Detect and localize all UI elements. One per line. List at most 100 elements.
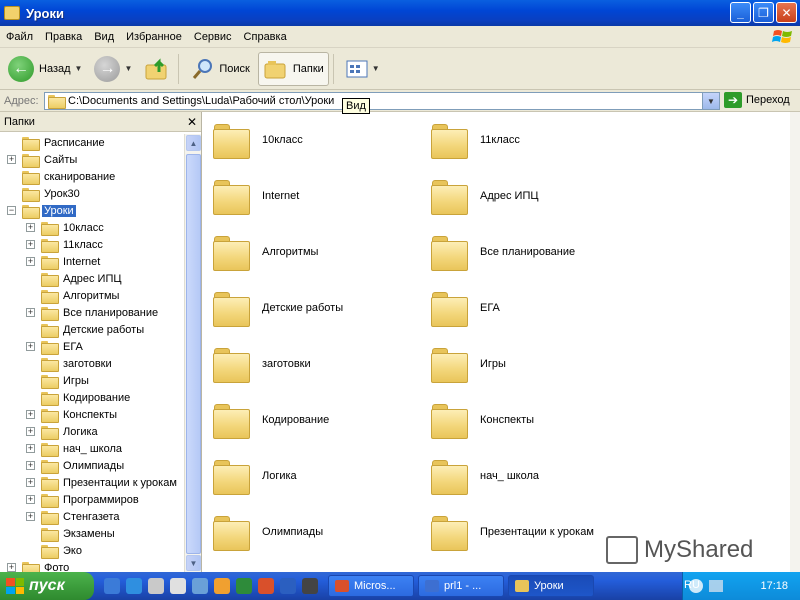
language-indicator[interactable]: RU xyxy=(684,579,700,591)
folder-item[interactable]: Адрес ИПЦ xyxy=(431,178,539,215)
scroll-down-button[interactable]: ▼ xyxy=(186,555,201,571)
folder-item[interactable]: Детские работы xyxy=(213,290,343,327)
scrollbar-thumb[interactable] xyxy=(186,154,201,554)
tree-item[interactable]: Алгоритмы xyxy=(0,287,184,304)
tree-item[interactable]: + Фото xyxy=(0,559,184,572)
ie-icon[interactable] xyxy=(126,578,142,594)
expand-icon[interactable]: + xyxy=(26,308,35,317)
menu-file[interactable]: Файл xyxy=(0,31,39,43)
expand-icon[interactable]: + xyxy=(26,240,35,249)
folder-item[interactable]: Все планирование xyxy=(431,234,575,271)
folder-item[interactable]: заготовки xyxy=(213,346,311,383)
powerpoint-icon[interactable] xyxy=(258,578,274,594)
up-button[interactable] xyxy=(140,52,174,86)
tree-scrollbar[interactable]: ▲ ▼ xyxy=(184,134,201,572)
expand-icon[interactable]: + xyxy=(26,495,35,504)
tree-item[interactable]: + Логика xyxy=(0,423,184,440)
tree-item[interactable]: + Олимпиады xyxy=(0,457,184,474)
go-button[interactable]: ➔ Переход xyxy=(724,92,790,108)
desktop-icon[interactable] xyxy=(104,578,120,594)
tree-item[interactable]: + Internet xyxy=(0,253,184,270)
search-button[interactable]: Поиск xyxy=(187,52,253,86)
tree-item[interactable]: сканирование xyxy=(0,168,184,185)
chevron-down-icon[interactable]: ▼ xyxy=(75,64,83,73)
tree-item[interactable]: Кодирование xyxy=(0,389,184,406)
network-icon[interactable] xyxy=(709,580,723,592)
expand-icon[interactable]: + xyxy=(7,563,16,572)
tree-item[interactable]: + Презентации к урокам xyxy=(0,474,184,491)
menu-edit[interactable]: Правка xyxy=(39,31,88,43)
tree-item[interactable]: + Сайты xyxy=(0,151,184,168)
folder-item[interactable]: Кодирование xyxy=(213,402,329,439)
close-button[interactable]: ✕ xyxy=(776,2,797,23)
excel-icon[interactable] xyxy=(236,578,252,594)
folder-item[interactable]: Internet xyxy=(213,178,299,215)
tree-item[interactable]: +10класс xyxy=(0,219,184,236)
menu-tools[interactable]: Сервис xyxy=(188,31,238,43)
tree-item[interactable]: − Уроки xyxy=(0,202,184,219)
expand-icon[interactable]: + xyxy=(26,512,35,521)
collapse-icon[interactable]: − xyxy=(7,206,16,215)
expand-icon[interactable]: + xyxy=(26,410,35,419)
forward-button[interactable]: → ▼ xyxy=(90,52,136,86)
folder-item[interactable]: Олимпиады xyxy=(213,514,323,551)
tree-item[interactable]: Экзамены xyxy=(0,525,184,542)
word-icon[interactable] xyxy=(280,578,296,594)
folder-item[interactable]: 11класс xyxy=(431,122,520,159)
scroll-up-button[interactable]: ▲ xyxy=(186,135,201,151)
tree-item[interactable]: + Все планирование xyxy=(0,304,184,321)
chevron-down-icon[interactable]: ▼ xyxy=(372,64,380,73)
menu-help[interactable]: Справка xyxy=(238,31,293,43)
menu-view[interactable]: Вид xyxy=(88,31,120,43)
minimize-button[interactable]: _ xyxy=(730,2,751,23)
tree-item[interactable]: Детские работы xyxy=(0,321,184,338)
expand-icon[interactable]: + xyxy=(26,427,35,436)
tree-item[interactable]: + Стенгазета xyxy=(0,508,184,525)
taskbar-button[interactable]: Micros... xyxy=(328,575,414,597)
program-icon[interactable] xyxy=(214,578,230,594)
expand-icon[interactable]: + xyxy=(26,257,35,266)
tree-item[interactable]: Адрес ИПЦ xyxy=(0,270,184,287)
tree-item[interactable]: Эко xyxy=(0,542,184,559)
back-button[interactable]: ← Назад ▼ xyxy=(4,52,86,86)
folder-item[interactable]: Логика xyxy=(213,458,297,495)
tree-item[interactable]: Урок30 xyxy=(0,185,184,202)
expand-icon[interactable]: + xyxy=(26,478,35,487)
expand-icon[interactable]: + xyxy=(26,342,35,351)
folder-item[interactable]: Презентации к урокам xyxy=(431,514,594,551)
start-button[interactable]: пуск xyxy=(0,572,94,600)
folders-button[interactable]: Папки xyxy=(257,51,329,86)
menu-favorites[interactable]: Избранное xyxy=(120,31,188,43)
taskbar-button[interactable]: Уроки xyxy=(508,575,594,597)
tree-item[interactable]: + нач_ школа xyxy=(0,440,184,457)
folder-item[interactable]: Конспекты xyxy=(431,402,534,439)
tree-item[interactable]: + Программиров xyxy=(0,491,184,508)
chevron-down-icon[interactable]: ▼ xyxy=(124,64,132,73)
folder-item[interactable]: Алгоритмы xyxy=(213,234,318,271)
address-field[interactable]: C:\Documents and Settings\Luda\Рабочий с… xyxy=(44,92,720,110)
content-scrollbar[interactable] xyxy=(790,112,800,572)
tree-item[interactable]: + Конспекты xyxy=(0,406,184,423)
tree-item[interactable]: Игры xyxy=(0,372,184,389)
folder-item[interactable]: 10класс xyxy=(213,122,303,159)
folder-item[interactable]: Игры xyxy=(431,346,506,383)
document-icon[interactable] xyxy=(170,578,186,594)
media-icon[interactable] xyxy=(148,578,164,594)
clock[interactable]: 17:18 xyxy=(760,580,788,592)
tree-item[interactable]: +11класс xyxy=(0,236,184,253)
maximize-button[interactable]: ❐ xyxy=(753,2,774,23)
folder-item[interactable]: нач_ школа xyxy=(431,458,539,495)
expand-icon[interactable]: + xyxy=(26,444,35,453)
app-icon[interactable] xyxy=(302,578,318,594)
views-button[interactable]: ▼ xyxy=(342,52,384,86)
expand-icon[interactable]: + xyxy=(26,461,35,470)
close-pane-button[interactable]: ✕ xyxy=(187,115,197,129)
tree-item[interactable]: заготовки xyxy=(0,355,184,372)
tree-item[interactable]: + ЕГА xyxy=(0,338,184,355)
expand-icon[interactable]: + xyxy=(7,155,16,164)
messenger-icon[interactable] xyxy=(192,578,208,594)
expand-icon[interactable]: + xyxy=(26,223,35,232)
folder-item[interactable]: ЕГА xyxy=(431,290,500,327)
tree-item[interactable]: Расписание xyxy=(0,134,184,151)
taskbar-button[interactable]: prl1 - ... xyxy=(418,575,504,597)
